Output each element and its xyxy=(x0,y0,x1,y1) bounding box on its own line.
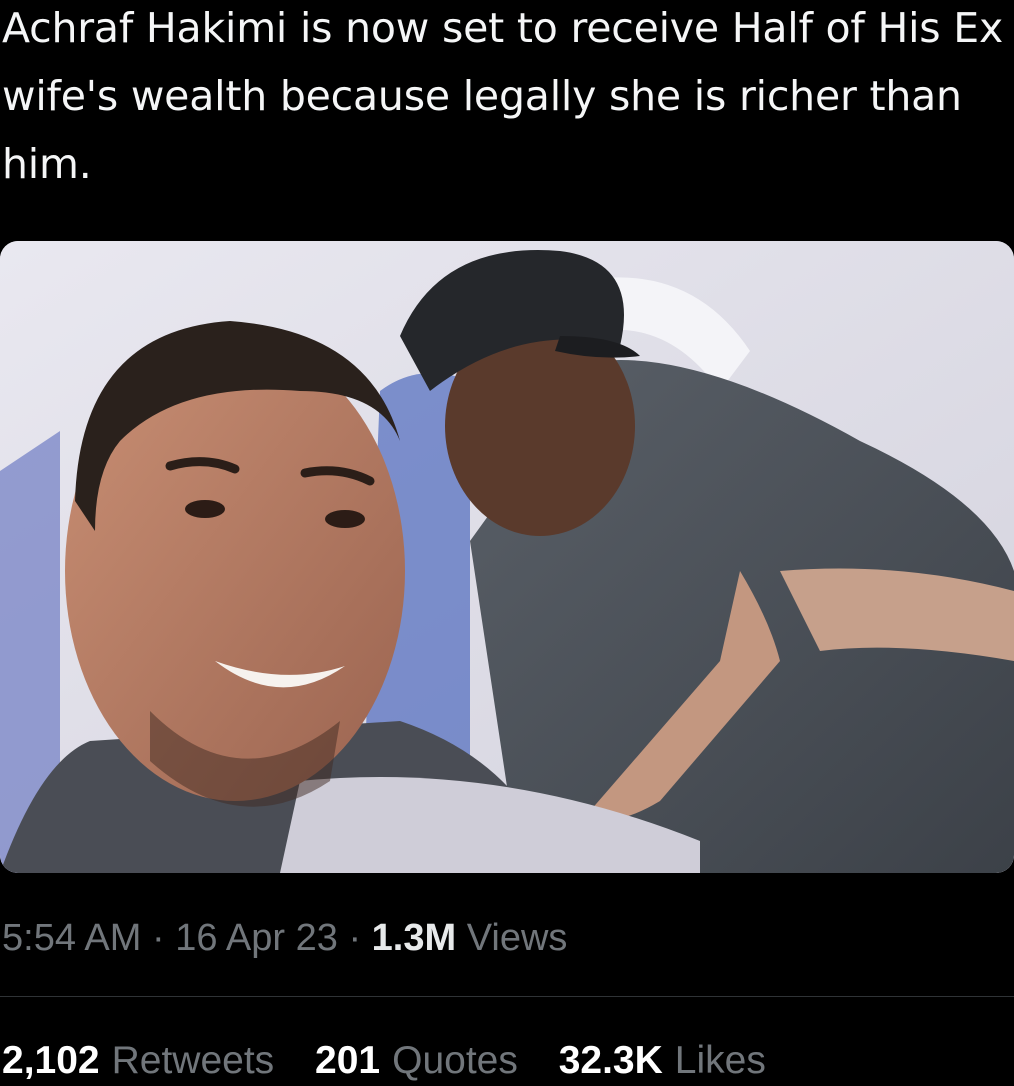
retweets-label: Retweets xyxy=(111,1039,275,1082)
likes-label: Likes xyxy=(674,1039,766,1082)
quotes-count: 201 xyxy=(315,1039,381,1082)
divider xyxy=(0,996,1014,997)
quotes-label: Quotes xyxy=(392,1039,518,1082)
engagement-stats: 2,102 Retweets 201 Quotes 32.3K Likes xyxy=(2,1036,796,1086)
meta-separator: · xyxy=(348,917,362,959)
tweet-photo[interactable] xyxy=(0,241,1014,873)
tweet-date[interactable]: 16 Apr 23 xyxy=(175,917,338,959)
photo-illustration xyxy=(0,241,1014,873)
retweets-count: 2,102 xyxy=(2,1039,100,1082)
tweet-meta: 5:54 AM · 16 Apr 23 · 1.3M Views xyxy=(2,914,567,962)
views-label: Views xyxy=(466,917,568,959)
tweet-time[interactable]: 5:54 AM xyxy=(2,917,141,959)
retweets-link[interactable]: 2,102 Retweets xyxy=(2,1036,274,1086)
likes-link[interactable]: 32.3K Likes xyxy=(559,1036,766,1086)
likes-count: 32.3K xyxy=(558,1039,663,1082)
meta-separator: · xyxy=(151,917,165,959)
tweet-text: Achraf Hakimi is now set to receive Half… xyxy=(2,4,1004,188)
views-count: 1.3M xyxy=(371,917,457,959)
quotes-link[interactable]: 201 Quotes xyxy=(315,1036,518,1086)
